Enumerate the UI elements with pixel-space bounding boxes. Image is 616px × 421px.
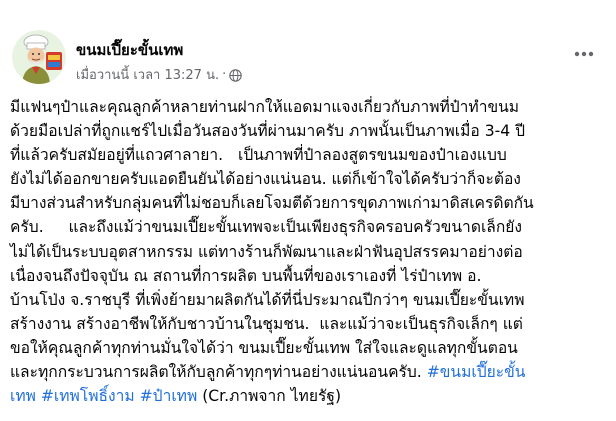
post-text-line-with-hashtag: และทุกกระบวนการผลิตให้กับลูกค้าทุกๆท่านอ… <box>10 360 606 384</box>
post-text-line: ขอให้คุณลูกค้าทุกท่านมั่นใจได้ว่า ขนมเปี… <box>10 338 518 357</box>
page-avatar[interactable] <box>12 30 66 84</box>
chef-logo-image <box>12 30 66 84</box>
hashtag-link-khanom-pia[interactable]: #ขนมเปี๊ยะขั้น <box>427 363 526 381</box>
facebook-post: ขนมเปี๊ยะขั้นเทพ เมื่อวานนี้ เวลา 13:27 … <box>0 0 616 421</box>
globe-icon[interactable] <box>229 68 242 82</box>
post-header: ขนมเปี๊ยะขั้นเทพ เมื่อวานนี้ เวลา 13:27 … <box>12 30 602 86</box>
post-text-line: บ้านโป่ง จ.ราชบุรี ที่เพิ่งย้ายมาผลิตกัน… <box>10 290 525 309</box>
post-text-line: มีแฟนๆป๋าและคุณลูกค้าหลายท่านฝากให้แอดมา… <box>10 98 520 116</box>
page-name[interactable]: ขนมเปี๊ยะขั้นเทพ <box>76 38 183 62</box>
more-options-button[interactable] <box>566 36 602 72</box>
post-text-line-hashtags: เทพ #เทพโพธิ์งาม #ป๋าเทพ (Cr.ภาพจาก ไทยร… <box>10 384 606 408</box>
post-text: มีแฟนๆป๋าและคุณลูกค้าหลายท่านฝากให้แอดมา… <box>10 95 606 408</box>
meta-separator: · <box>222 67 227 82</box>
post-text-line: ที่แล้วครับสมัยอยู่ที่แถวศาลายา. เป็นภาพ… <box>10 146 507 165</box>
post-text-line: ไม่ได้เป็นระบบอุตสาหกรรม แต่ทางร้านก็พัฒ… <box>10 242 523 261</box>
post-timestamp[interactable]: เมื่อวานนี้ เวลา 13:27 น. <box>76 64 219 85</box>
post-text-line: ด้วยมือเปล่าที่ถูกแชร์ไปเมื่อวันสองวันที… <box>10 122 526 141</box>
hashtag-link-pa-thep[interactable]: #ป๋าเทพ <box>140 387 198 405</box>
post-meta: เมื่อวานนี้ เวลา 13:27 น. · <box>76 64 242 85</box>
post-text-line: ครับ. และถึงแม้ว่าขนมเปี๊ยะขั้นเทพจะเป็น… <box>10 218 523 237</box>
hashtag-link-thep-pho-ngam[interactable]: #เทพโพธิ์งาม <box>41 387 135 405</box>
post-text-line: สร้างงาน สร้างอาชีพให้กับชาวบ้านในชุมชน.… <box>10 314 523 333</box>
post-text-line: เนื่องจนถึงปัจจุบัน ณ สถานที่การผลิต บนพ… <box>10 266 482 285</box>
post-text-line: มีบางส่วนสำหรับกลุ่มคนที่ไม่ชอบก็เลยโจมต… <box>10 194 534 213</box>
photo-credit: (Cr.ภาพจาก ไทยรัฐ) <box>202 387 342 406</box>
more-options-icon <box>574 51 594 57</box>
hashtag-link-khanom-pia-cont[interactable]: เทพ <box>10 387 36 405</box>
post-text-line: ยังไม่ได้ออกขายครับแอดยืนยันได้อย่างแน่น… <box>10 170 521 189</box>
post-text-segment: และทุกกระบวนการผลิตให้กับลูกค้าทุกๆท่านอ… <box>10 363 427 382</box>
